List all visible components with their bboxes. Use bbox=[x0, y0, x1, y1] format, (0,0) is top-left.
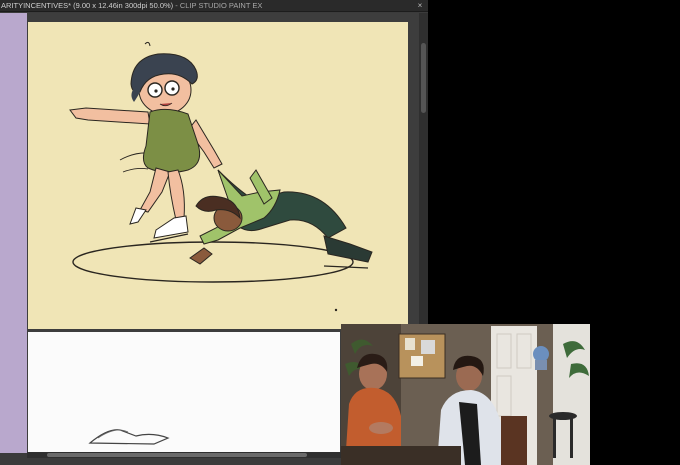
canvas-page-2[interactable] bbox=[28, 332, 340, 453]
vertical-scroll-thumb[interactable] bbox=[421, 43, 426, 113]
window-titlebar: ARITYINCENTIVES* (9.00 x 12.46in 300dpi … bbox=[0, 0, 428, 12]
canvas-page-1[interactable] bbox=[28, 22, 408, 329]
webcam-scene bbox=[341, 324, 590, 465]
sketch-fragment bbox=[88, 429, 170, 445]
side-panel bbox=[0, 13, 27, 453]
document-title: ARITYINCENTIVES* (9.00 x 12.46in 300dpi … bbox=[1, 1, 174, 10]
app-name: - CLIP STUDIO PAINT EX bbox=[173, 1, 263, 10]
horizontal-scroll-thumb[interactable] bbox=[47, 453, 307, 457]
close-icon[interactable]: × bbox=[416, 2, 424, 10]
skater-illustration bbox=[69, 41, 373, 312]
webcam-overlay bbox=[341, 324, 590, 465]
